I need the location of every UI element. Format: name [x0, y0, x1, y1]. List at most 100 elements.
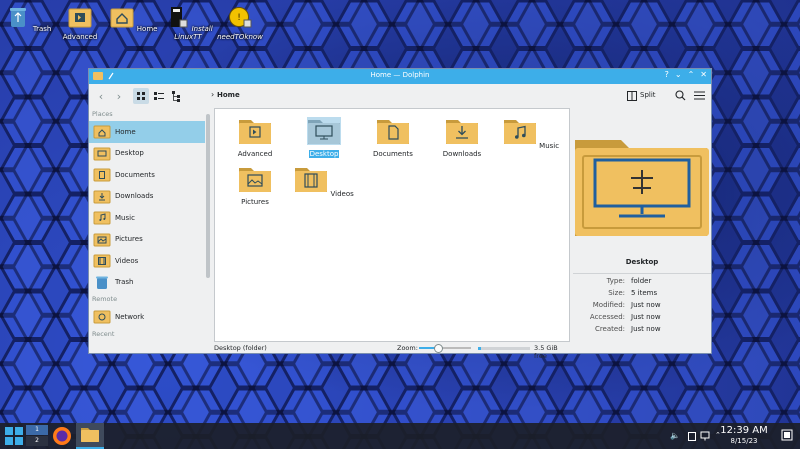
- breadcrumb[interactable]: Home: [217, 91, 240, 99]
- show-desktop-icon[interactable]: [781, 429, 793, 441]
- file-label: Pictures: [241, 198, 269, 206]
- desktop-icon-needtoknow[interactable]: ! needTOknow: [212, 6, 268, 41]
- forward-button[interactable]: ›: [113, 88, 125, 104]
- volume-icon[interactable]: 🔈: [670, 431, 680, 440]
- firefox-icon[interactable]: [52, 426, 72, 446]
- close-button[interactable]: ✕: [700, 70, 707, 79]
- sidebar-item-label: Music: [115, 213, 135, 222]
- grid-view-icon: [137, 92, 145, 100]
- split-icon[interactable]: [627, 91, 637, 101]
- desktop-icon-label: Trash: [32, 25, 52, 33]
- chevron-left-icon: ‹: [98, 89, 104, 103]
- sidebar-scrollbar[interactable]: [206, 114, 210, 278]
- file-item-documents[interactable]: Documents: [363, 117, 423, 158]
- property-key: Created:: [594, 325, 625, 333]
- downloads-folder-icon: [446, 120, 478, 144]
- search-icon[interactable]: [675, 90, 686, 101]
- desktop-icon-label: Home: [136, 25, 158, 33]
- sidebar-item-music[interactable]: Music: [89, 207, 205, 229]
- desktop-icon-home[interactable]: Home: [105, 6, 161, 33]
- property-key: Size:: [608, 289, 625, 297]
- icons-view-button[interactable]: [133, 88, 149, 104]
- file-label: Documents: [373, 150, 413, 158]
- selected-item-name: Desktop: [625, 258, 659, 266]
- trash-icon: [9, 8, 26, 27]
- sidebar-item-label: Pictures: [115, 235, 143, 244]
- virtual-desktop-pager[interactable]: 1 2: [26, 425, 48, 447]
- properties-list: Type: folder Size: 5 items Modified: Just n…: [573, 273, 711, 337]
- sidebar-item-recent[interactable]: [89, 341, 205, 343]
- sidebar-item-label: Home: [115, 127, 136, 136]
- titlebar[interactable]: Home — Dolphin ? ⌄ ⌃ ✕: [89, 69, 711, 84]
- dolphin-folder-icon: [81, 428, 99, 442]
- property-key: Modified:: [592, 301, 625, 309]
- property-row: Size: 5 items: [573, 289, 711, 301]
- maximize-button[interactable]: ⌃: [688, 70, 695, 79]
- sidebar-item-label: Desktop: [115, 149, 144, 158]
- sidebar-item-pictures[interactable]: Pictures: [89, 229, 205, 251]
- music-folder-icon: [93, 211, 111, 225]
- sidebar-item-desktop[interactable]: Desktop: [89, 143, 205, 165]
- free-space-text: 3.5 GiB free: [534, 344, 558, 360]
- desktop-folder-icon: [307, 117, 341, 145]
- information-panel: Desktop Type: folder Size: 5 items Modifie…: [573, 108, 711, 342]
- back-button[interactable]: ‹: [95, 88, 107, 104]
- zoom-slider[interactable]: [419, 344, 471, 353]
- trash-icon: [96, 276, 108, 289]
- sidebar-item-trash[interactable]: Trash: [89, 272, 205, 294]
- sidebar-item-label: Network: [115, 312, 145, 321]
- desktop-icon-label: Advanced: [62, 33, 98, 41]
- places-header: Places: [92, 110, 113, 118]
- minimize-button[interactable]: ⌄: [675, 70, 682, 79]
- sidebar-item-label: Trash: [115, 278, 134, 287]
- file-item-desktop[interactable]: Desktop: [294, 117, 354, 158]
- pager-desktop-1[interactable]: 1: [26, 425, 48, 435]
- clipboard-icon[interactable]: [687, 431, 697, 441]
- taskbar-task-dolphin[interactable]: [76, 423, 104, 449]
- home-folder-icon: [110, 8, 134, 28]
- sidebar-item-videos[interactable]: Videos: [89, 250, 205, 272]
- disk-usage-fill: [478, 347, 481, 350]
- desktop-icon-trash[interactable]: Trash: [0, 6, 56, 33]
- file-item-advanced[interactable]: Advanced: [225, 117, 285, 158]
- file-view[interactable]: Advanced Desktop Documents Downloads Mus…: [214, 108, 570, 342]
- dolphin-window: Home — Dolphin ? ⌄ ⌃ ✕ ‹ › › Home Split …: [88, 68, 712, 360]
- window-title: Home — Dolphin: [370, 71, 430, 79]
- file-label: Desktop: [308, 150, 340, 158]
- file-item-downloads[interactable]: Downloads: [432, 117, 492, 158]
- property-row: Accessed: Just now: [573, 313, 711, 325]
- status-bar: Desktop (folder) Zoom: 3.5 GiB free: [214, 342, 570, 360]
- digital-clock[interactable]: 12:39 AM 8/15/23: [712, 425, 776, 446]
- sidebar-item-home[interactable]: Home: [89, 121, 205, 143]
- videos-folder-icon: [295, 168, 328, 192]
- clock-date: 8/15/23: [730, 437, 758, 445]
- compact-view-button[interactable]: [151, 88, 167, 104]
- sidebar-item-downloads[interactable]: Downloads: [89, 186, 205, 208]
- file-item-pictures[interactable]: Pictures: [225, 165, 285, 206]
- application-launcher-icon[interactable]: [4, 426, 24, 446]
- zoom-label: Zoom:: [397, 344, 418, 352]
- split-button[interactable]: Split: [640, 91, 656, 99]
- desktop-icon-install-linuxtt[interactable]: Install LinuxTT: [160, 6, 216, 41]
- file-item-music[interactable]: Music: [501, 117, 561, 150]
- property-value: Just now: [631, 313, 661, 321]
- pager-desktop-2[interactable]: 2: [26, 436, 48, 446]
- home-folder-icon: [93, 125, 111, 139]
- network-icon[interactable]: [700, 431, 710, 441]
- file-label: Music: [539, 142, 560, 150]
- details-view-button[interactable]: [169, 88, 185, 104]
- svg-text:!: !: [237, 13, 241, 23]
- help-button[interactable]: ?: [665, 70, 669, 79]
- sidebar-item-documents[interactable]: Documents: [89, 164, 205, 186]
- network-folder-icon: [93, 310, 111, 324]
- file-item-videos[interactable]: Videos: [294, 165, 354, 198]
- sidebar-item-label: Videos: [115, 256, 139, 265]
- toolbar: ‹ › › Home Split: [89, 84, 711, 108]
- hamburger-menu-icon[interactable]: [694, 90, 705, 101]
- sidebar-item-label: Downloads: [115, 192, 154, 201]
- sidebar-item-network[interactable]: Network: [89, 306, 205, 328]
- desktop-icon-advanced[interactable]: Advanced: [52, 6, 108, 41]
- places-panel: Places Home Desktop Documents Downloads …: [89, 108, 205, 342]
- file-label: Downloads: [442, 150, 482, 158]
- zoom-slider-handle[interactable]: [434, 344, 444, 353]
